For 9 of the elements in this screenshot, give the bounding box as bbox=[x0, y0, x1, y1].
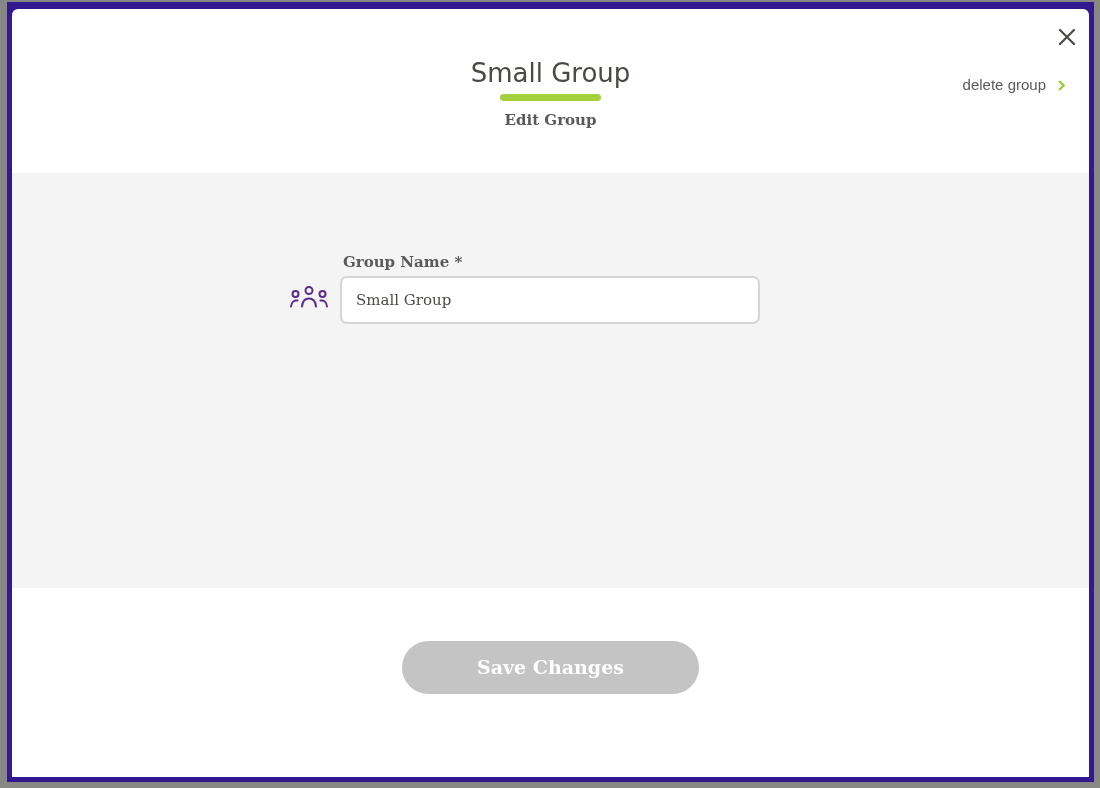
chevron-right-icon bbox=[1058, 79, 1065, 91]
dialog-subtitle: Edit Group bbox=[504, 110, 597, 130]
close-button[interactable] bbox=[1059, 29, 1075, 45]
dialog-title: Small Group bbox=[470, 57, 631, 89]
field-label: Group Name * bbox=[343, 252, 463, 272]
group-name-field[interactable]: Small Group bbox=[340, 276, 760, 324]
close-icon bbox=[1059, 29, 1075, 45]
group-people-icon bbox=[290, 286, 328, 308]
delete-group-link[interactable]: delete group bbox=[962, 76, 1065, 94]
